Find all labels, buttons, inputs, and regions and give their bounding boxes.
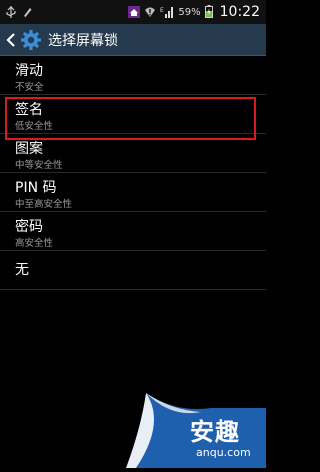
option-security-level: 不安全 (15, 82, 44, 93)
usb-icon (6, 3, 16, 22)
signal-e-icon: E (160, 3, 174, 22)
home-notification-icon (128, 3, 141, 22)
svg-text:E: E (160, 7, 164, 14)
option-pin[interactable]: PIN 码 中至高安全性 (0, 173, 266, 212)
screen-lock-options-list: 滑动 不安全 签名 低安全性 图案 中等安全性 PIN 码 中至高安全性 密码 … (0, 56, 266, 290)
option-none[interactable]: 无 (0, 251, 266, 290)
option-label: 密码 (15, 219, 43, 235)
watermark-domain: anqu.com (196, 446, 251, 459)
watermark-logo-text: 安趣 (190, 418, 240, 446)
gear-icon[interactable] (20, 29, 42, 51)
action-bar: 选择屏幕锁 (0, 24, 266, 56)
page-title: 选择屏幕锁 (48, 32, 118, 49)
option-label: 图案 (15, 141, 43, 157)
option-swipe[interactable]: 滑动 不安全 (0, 56, 266, 95)
anqu-watermark: 安趣 anqu.com (126, 368, 266, 468)
option-pattern[interactable]: 图案 中等安全性 (0, 134, 266, 173)
option-security-level: 高安全性 (15, 238, 54, 249)
battery-charging-icon (204, 3, 213, 22)
back-arrow-icon[interactable] (6, 29, 18, 51)
option-label: 签名 (15, 102, 43, 118)
option-security-level: 低安全性 (15, 121, 54, 132)
option-security-level: 中等安全性 (15, 160, 63, 171)
option-security-level: 中至高安全性 (15, 199, 73, 210)
option-label: 无 (15, 262, 29, 278)
status-bar: E 59% 10:22 (0, 0, 266, 24)
option-label: PIN 码 (15, 180, 57, 196)
edit-icon (22, 3, 32, 22)
option-signature[interactable]: 签名 低安全性 (0, 95, 266, 134)
option-password[interactable]: 密码 高安全性 (0, 212, 266, 251)
option-label: 滑动 (15, 63, 43, 79)
battery-percent: 59% (178, 6, 201, 18)
clock: 10:22 (219, 4, 260, 20)
wifi-alert-icon (144, 3, 156, 22)
